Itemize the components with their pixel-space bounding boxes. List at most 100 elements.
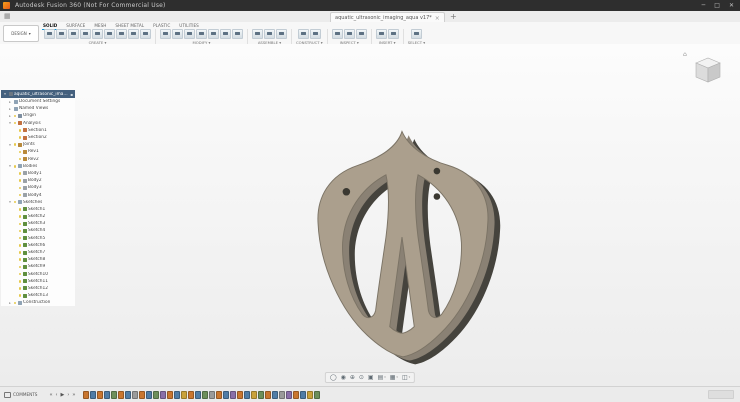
viewports-icon[interactable]: ◫ ▾ [402,374,410,381]
tab-close-icon[interactable]: × [435,15,440,22]
timeline-feature-sketch[interactable] [216,390,223,399]
timeline-feature-fillet[interactable] [111,390,118,399]
visibility-bulb-icon[interactable] [18,294,21,297]
expand-caret-icon[interactable]: ▸ [8,100,12,104]
model-3d-view[interactable] [303,122,501,370]
browser-item-bodies[interactable]: ▾ Bodies [1,163,75,170]
expand-caret-icon[interactable]: ▾ [3,92,7,96]
browser-item-sketch4[interactable]: Sketch4 [1,227,75,234]
visibility-bulb-icon[interactable] [18,208,21,211]
browser-item-sketch1[interactable]: Sketch1 [1,206,75,213]
browser-item-rev2[interactable]: Rev2 [1,156,75,163]
visibility-bulb-icon[interactable] [18,193,21,197]
maximize-button[interactable]: □ [714,2,720,9]
section-analysis-icon[interactable] [355,29,367,39]
visibility-bulb-icon[interactable] [18,265,21,269]
offset-plane-icon[interactable] [297,29,309,39]
step-back-button[interactable]: ‹ [56,391,58,399]
pan-icon[interactable]: ⊕ [350,374,355,381]
browser-item-construction[interactable]: ▸ Construction [1,299,75,306]
visibility-bulb-icon[interactable] [18,157,21,161]
timeline-feature-extrude[interactable] [174,390,181,399]
interference-icon[interactable] [343,29,355,39]
timeline-feature-sketch[interactable] [167,390,174,399]
new-tab-button[interactable]: + [450,12,457,21]
visibility-bulb-icon[interactable] [18,172,21,175]
visibility-bulb-icon[interactable] [18,272,21,276]
home-view-icon[interactable]: ⌂ [683,51,687,58]
timeline-feature-hole[interactable] [160,390,167,399]
timeline-feature-extrude[interactable] [300,390,307,399]
change-parameters-icon[interactable] [232,29,243,39]
browser-item-sketch9[interactable]: Sketch9 [1,263,75,270]
view-cube-graphic[interactable] [690,54,726,86]
combine-icon[interactable] [196,29,207,39]
go-to-end-button[interactable]: » [72,391,75,399]
browser-item-body2[interactable]: Body2 [1,177,75,184]
browser-item-sketch10[interactable]: Sketch10 [1,271,75,278]
timeline-feature-combine[interactable] [132,390,139,399]
browser-item-document-settings[interactable]: ▸ Document Settings [1,98,75,105]
pattern-icon[interactable] [140,29,151,39]
visibility-bulb-icon[interactable] [18,244,21,247]
timeline-feature-joint[interactable] [181,390,188,399]
visibility-bulb-icon[interactable] [13,301,16,305]
insert-derive-icon[interactable] [375,29,387,39]
visibility-bulb-icon[interactable] [13,143,16,146]
expand-caret-icon[interactable]: ▾ [8,143,12,147]
shell-icon[interactable] [184,29,195,39]
timeline-feature-sketch[interactable] [97,390,104,399]
browser-item-origin[interactable]: ▸ Origin [1,112,75,119]
axis-icon[interactable] [309,29,321,39]
timeline-feature-extrude[interactable] [195,390,202,399]
browser-item-sketch5[interactable]: Sketch5 [1,235,75,242]
new-component-icon[interactable] [252,29,263,39]
browser-item-section2[interactable]: Section2 [1,134,75,141]
timeline-feature-sketch[interactable] [237,390,244,399]
timeline-feature-sketch[interactable] [83,390,90,399]
visibility-bulb-icon[interactable] [13,121,16,125]
view-cube[interactable]: ⌂ [683,51,726,86]
browser-item-body3[interactable]: Body3 [1,184,75,191]
timeline-feature-fillet[interactable] [314,390,321,399]
display-settings-icon[interactable]: ▤ ▾ [378,374,386,381]
fillet-icon[interactable] [172,29,183,39]
timeline-feature-extrude[interactable] [223,390,230,399]
expand-caret-icon[interactable]: ▾ [8,121,12,125]
visibility-bulb-icon[interactable] [18,229,21,233]
data-panel-icon[interactable]: ▦ [4,13,11,20]
browser-item-section1[interactable]: Section1 [1,127,75,134]
timeline-feature-fillet[interactable] [202,390,209,399]
expand-caret-icon[interactable]: ▸ [8,107,12,111]
close-button[interactable]: ✕ [729,2,734,9]
browser-item-sketch8[interactable]: Sketch8 [1,256,75,263]
timeline-feature-sketch[interactable] [118,390,125,399]
visibility-bulb-icon[interactable] [13,114,16,118]
timeline-feature-fillet[interactable] [153,390,160,399]
browser-item-sketch7[interactable]: Sketch7 [1,249,75,256]
hole-icon[interactable] [128,29,139,39]
viewport-canvas[interactable]: ⌂ ▾aquatic_ultrasonic_imaging_aqua v17▪▸… [0,44,740,387]
visibility-bulb-icon[interactable] [18,280,21,283]
sweep-icon[interactable] [104,29,115,39]
visibility-bulb-icon[interactable] [18,258,21,261]
joint-icon[interactable] [264,29,275,39]
timeline-feature-sketch[interactable] [139,390,146,399]
loft-icon[interactable] [116,29,127,39]
browser-item-named-views[interactable]: ▸ Named Views [1,105,75,112]
visibility-bulb-icon[interactable] [18,129,21,132]
workspace-selector[interactable]: DESIGN ▾ [3,25,39,42]
timeline-feature-hole[interactable] [286,390,293,399]
minimize-button[interactable]: ─ [702,2,706,9]
visibility-bulb-icon[interactable] [18,150,21,154]
timeline-feature-sketch[interactable] [188,390,195,399]
look-at-icon[interactable]: ◉ [341,374,346,381]
fit-icon[interactable]: ▣ [368,374,374,381]
create-form-icon[interactable] [68,29,79,39]
visibility-bulb-icon[interactable] [18,251,21,254]
timeline-feature-extrude[interactable] [125,390,132,399]
browser-item-body4[interactable]: Body4 [1,191,75,198]
browser-item-body1[interactable]: Body1 [1,170,75,177]
browser-item-sketch2[interactable]: Sketch2 [1,213,75,220]
visibility-bulb-icon[interactable] [18,186,21,190]
